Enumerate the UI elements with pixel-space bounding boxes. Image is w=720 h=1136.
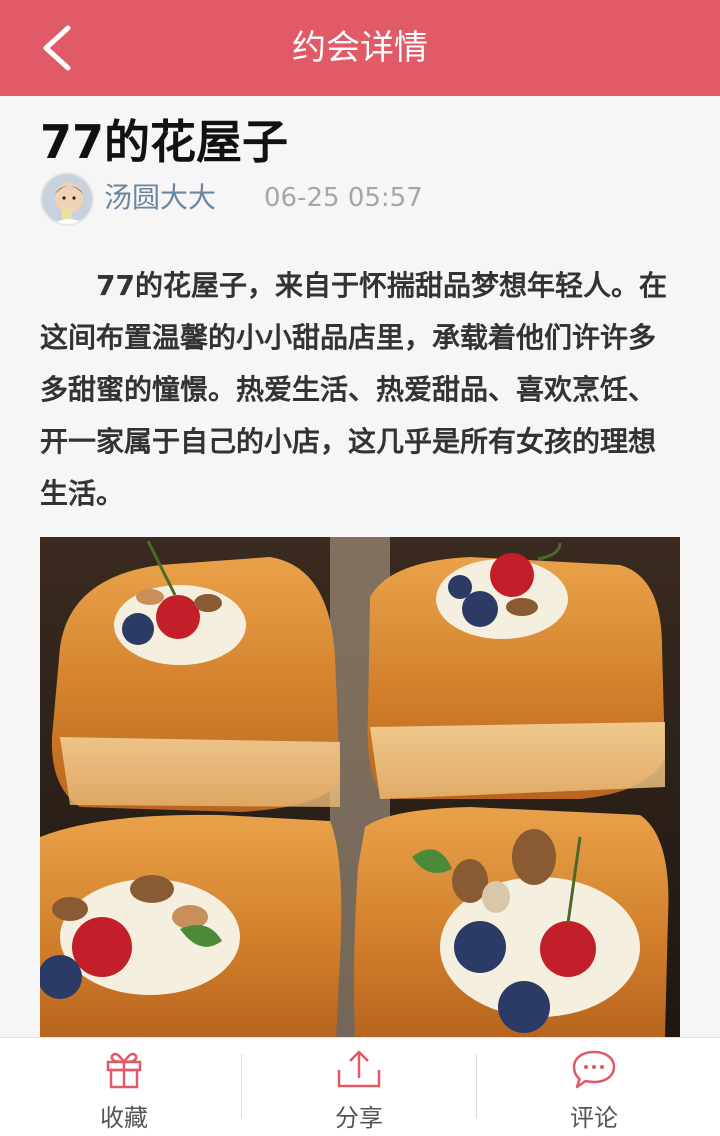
app-header: 约会详情 [0, 0, 720, 96]
comment-icon [572, 1050, 616, 1089]
comment-tab[interactable]: 评论 [474, 1038, 714, 1136]
bottom-toolbar: 收藏 分享 评论 [0, 1037, 720, 1136]
post-title: 77的花屋子 [40, 115, 289, 169]
share-label: 分享 [335, 1104, 383, 1132]
post-body: 77的花屋子，来自于怀揣甜品梦想年轻人。在这间布置温馨的小小甜品店里，承载着他们… [40, 269, 667, 510]
gift-icon [106, 1052, 142, 1089]
favorite-label: 收藏 [100, 1104, 148, 1132]
page-title: 约会详情 [292, 28, 428, 68]
comment-label: 评论 [570, 1104, 618, 1132]
share-tab[interactable]: 分享 [239, 1038, 479, 1136]
post-time: 06-25 05:57 [264, 183, 423, 213]
post-photo [40, 537, 680, 1037]
favorite-tab[interactable]: 收藏 [4, 1038, 244, 1136]
share-icon [337, 1050, 381, 1088]
author-name[interactable]: 汤圆大大 [104, 176, 216, 220]
post-content: 77的花屋子 汤圆大大 06-25 05:57 77的花屋子，来自于怀揣甜品梦想… [0, 96, 720, 1037]
avatar[interactable] [40, 172, 94, 226]
